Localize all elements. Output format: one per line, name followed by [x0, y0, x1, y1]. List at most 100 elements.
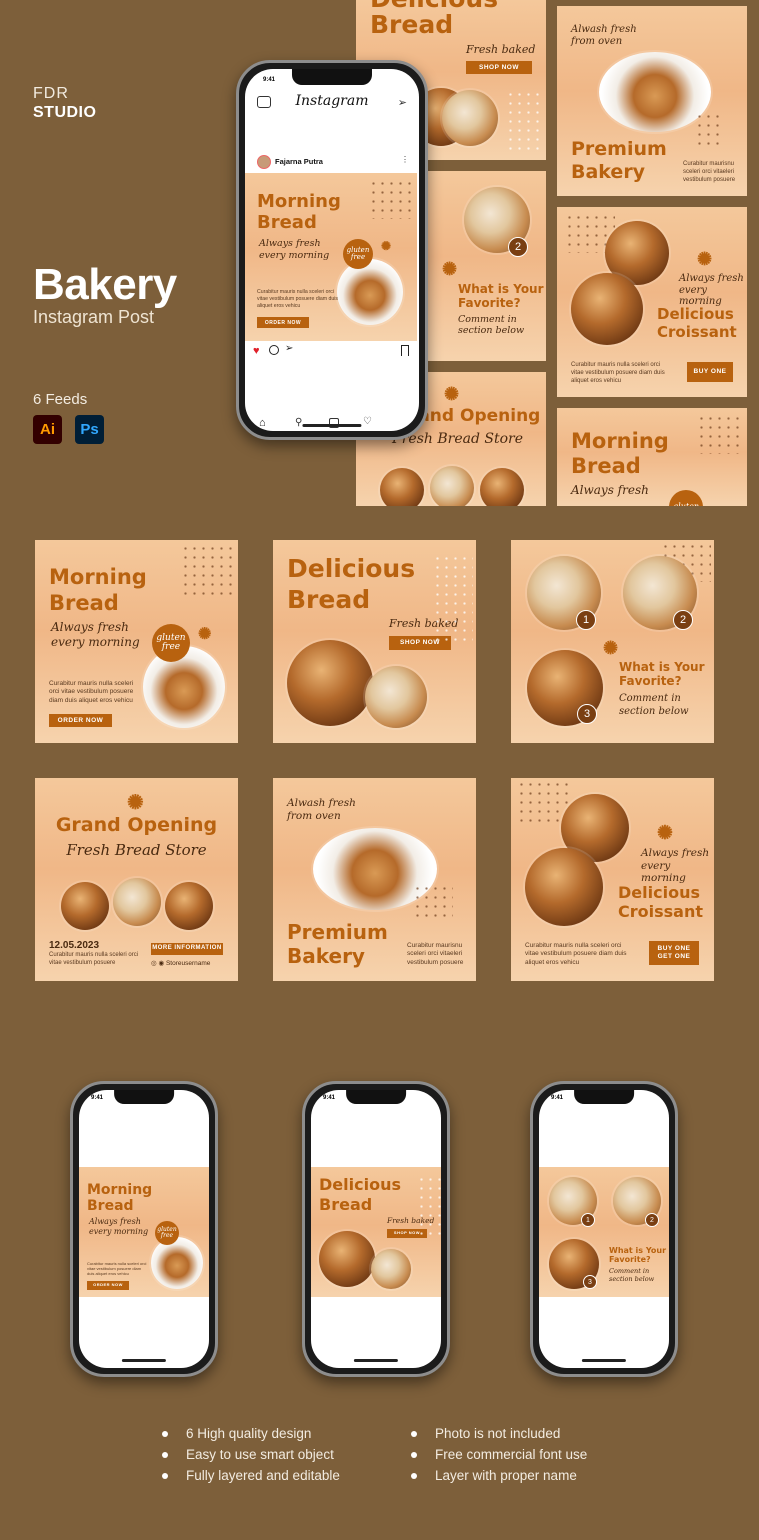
order-now-button[interactable]: ORDER NOW: [257, 317, 309, 328]
more-information-button[interactable]: MORE INFORMATION: [151, 943, 223, 955]
bookmark-icon[interactable]: [401, 345, 409, 356]
collage-morning-title2: Bread: [571, 454, 641, 478]
phone-notch: [291, 69, 373, 85]
sparkle-icon: ✺: [442, 259, 458, 279]
phone-morning-body: Curabitur mauris nulla sceleri orci vita…: [87, 1261, 147, 1277]
dot-pattern: [433, 554, 473, 644]
phone-screen: 9:41 Morning Bread Always fresh every mo…: [79, 1090, 209, 1368]
phone-morning-tag1: Always fresh: [89, 1217, 141, 1226]
order-now-button[interactable]: ORDER NOW: [87, 1281, 129, 1290]
phone-morning-title1: Morning: [87, 1182, 153, 1198]
like-icon[interactable]: ♥: [253, 345, 260, 357]
sparkle-icon: ✺: [697, 249, 713, 269]
phone-mockup-1: 9:41 Morning Bread Always fresh every mo…: [70, 1081, 218, 1377]
post-title-line1: Morning: [257, 191, 341, 212]
sparkle-icon: ✺: [198, 626, 212, 643]
bread-photo: [571, 273, 643, 345]
feature-item: Layer with proper name: [411, 1468, 577, 1483]
phone-notch: [114, 1090, 174, 1104]
badge-line2: free: [160, 1232, 174, 1239]
bread-photo: [442, 90, 498, 146]
collage-delicious-button: SHOP NOW: [466, 61, 532, 74]
home-icon[interactable]: ⌂: [259, 417, 266, 429]
premium-tag2: from oven: [287, 810, 341, 822]
collage-crois-tag1: Always fresh: [679, 273, 744, 284]
phone-mockup-main: 9:41 Instagram ➢ Fajarna Putra ⋮ Morning…: [236, 60, 428, 440]
sparkle-icon: ✺: [444, 384, 460, 404]
order-now-button[interactable]: ORDER NOW: [49, 714, 112, 727]
post-username[interactable]: Fajarna Putra: [275, 157, 323, 166]
bread-photo: [371, 1249, 411, 1289]
bread-photo: [287, 640, 373, 726]
feature-item: Fully layered and editable: [162, 1468, 340, 1483]
sparkle-icon: ✺: [657, 823, 673, 844]
bread-photo: [61, 882, 109, 930]
bread-photo: [143, 646, 225, 728]
collage-delicious-tag: Fresh baked: [466, 43, 536, 56]
badge-text: gluten: [673, 502, 699, 506]
collage-delicious-title2: Bread: [370, 10, 454, 39]
sparkle-icon: ✺: [603, 638, 619, 658]
feature-item: Free commercial font use: [410, 1447, 588, 1462]
gluten-free-badge: gluten free: [152, 624, 190, 662]
number-badge-2: 2: [508, 237, 528, 257]
more-options-icon[interactable]: ⋮: [401, 155, 409, 164]
status-time: 9:41: [91, 1095, 104, 1101]
favorite-c2: section below: [619, 706, 689, 717]
home-indicator: [581, 1359, 627, 1362]
bread-photo: [430, 466, 474, 506]
badge-line2: free: [161, 642, 181, 652]
sparkle-icon: ✺: [381, 239, 392, 253]
number-badge-1: 1: [576, 610, 596, 630]
avatar[interactable]: [257, 155, 271, 169]
feature-item: Photo is not included: [410, 1426, 561, 1441]
croissant-tag2: every morning: [641, 860, 686, 884]
feeds-count: 6 Feeds: [33, 391, 88, 408]
phone-delicious-title1: Delicious: [319, 1175, 401, 1194]
buy-one-get-one-button[interactable]: BUY ONE GET ONE: [649, 941, 699, 965]
send-icon[interactable]: ➢: [398, 96, 407, 109]
opening-body: Curabitur mauris nulla sceleri orci vita…: [49, 952, 139, 966]
collage-crois-title1: Delicious: [657, 305, 734, 323]
opening-tag: Fresh Bread Store: [66, 841, 207, 859]
brand-line-2: STUDIO: [33, 104, 97, 121]
premium-title2: Bakery: [287, 944, 365, 968]
collage-premium-tag1: Alwash fresh: [571, 24, 637, 35]
collage-fav-c2: section below: [458, 325, 525, 336]
phone-screen: 9:41 Instagram ➢ Fajarna Putra ⋮ Morning…: [245, 69, 419, 431]
button-line1: BUY ONE: [657, 945, 691, 953]
collage-crois-btn1: BUY ONE: [693, 368, 727, 376]
phone-morning-tag2: every morning: [89, 1227, 149, 1236]
phone-mockup-3: 9:41 1 2 3 What is Your Favorite? Commen…: [530, 1081, 678, 1377]
number-badge-2: 2: [673, 610, 693, 630]
bread-photo: [319, 1231, 375, 1287]
number-badge-3: 3: [583, 1275, 597, 1289]
home-indicator: [353, 1359, 399, 1362]
activity-icon[interactable]: ♡: [363, 416, 372, 427]
product-title: Bakery: [33, 260, 177, 309]
morning-body: Curabitur mauris nulla sceleri orci vita…: [49, 680, 134, 704]
bread-photo: [480, 468, 524, 506]
share-icon[interactable]: ➢: [285, 343, 293, 354]
search-icon[interactable]: ⚲: [295, 417, 302, 428]
phone-notch: [346, 1090, 406, 1104]
collage-crois-title2: Croissant: [657, 323, 737, 341]
dot-pattern: [506, 90, 542, 150]
premium-body: Curabitur maurisnu sceleri orci vitaeler…: [407, 942, 464, 966]
collage-premium-body: Curabitur maurisnu sceleri orci vitaeler…: [683, 161, 736, 183]
collage-post-croissant: ✺ Always fresh every morning Delicious C…: [557, 207, 747, 397]
dot-pattern: [369, 179, 413, 219]
status-time: 9:41: [551, 1095, 564, 1101]
bread-photo: [380, 468, 424, 506]
gluten-free-badge: gluten free: [343, 239, 373, 269]
croissant-title2: Croissant: [618, 902, 703, 921]
collage-crois-body: Curabitur mauris nulla sceleri orci vita…: [571, 362, 665, 384]
croissant-body: Curabitur mauris nulla sceleri orci vita…: [525, 942, 627, 966]
comment-icon[interactable]: [269, 345, 279, 355]
collage-premium-title2: Bakery: [571, 161, 646, 183]
collage-morning-tag1: Always fresh: [571, 483, 649, 497]
post-tag1: Always fresh: [259, 238, 321, 249]
morning-title2: Bread: [49, 591, 119, 615]
status-time: 9:41: [323, 1095, 336, 1101]
croissant-tag1: Always fresh: [641, 847, 710, 859]
